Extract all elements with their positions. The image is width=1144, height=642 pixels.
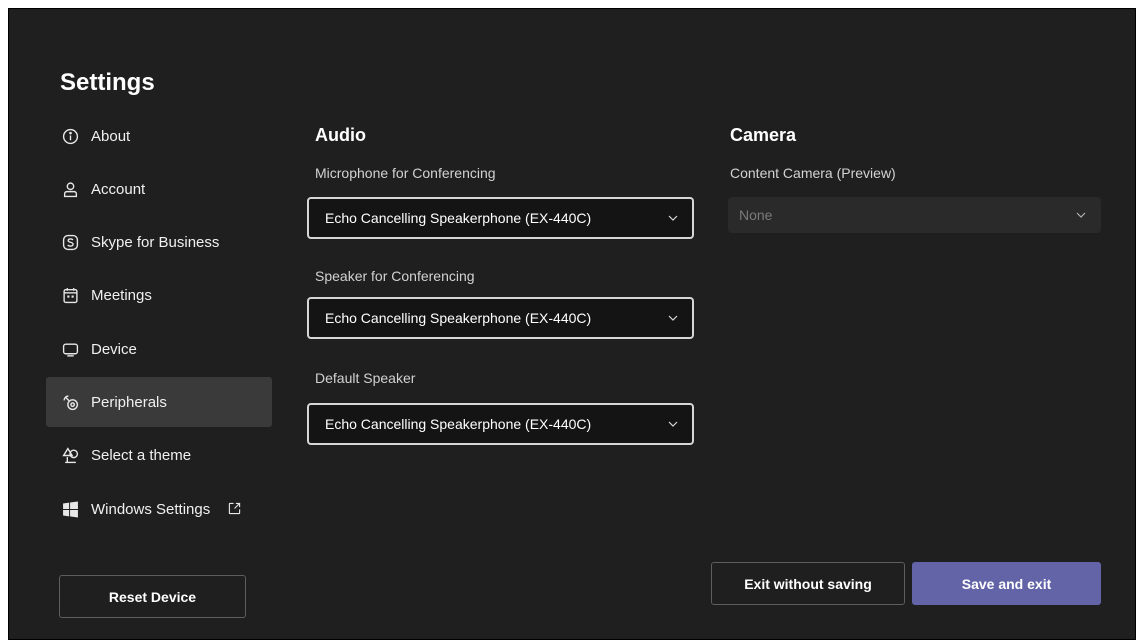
content-camera-select[interactable]: None xyxy=(728,197,1101,233)
microphone-value: Echo Cancelling Speakerphone (EX-440C) xyxy=(325,210,592,226)
device-icon xyxy=(60,339,80,359)
sidebar-item-meetings[interactable]: Meetings xyxy=(46,271,272,321)
chevron-down-icon xyxy=(668,421,678,427)
speaker-label: Speaker for Conferencing xyxy=(315,268,475,284)
exit-without-saving-button[interactable]: Exit without saving xyxy=(711,562,905,605)
person-icon xyxy=(60,179,80,199)
skype-icon xyxy=(60,233,80,253)
content-camera-label: Content Camera (Preview) xyxy=(730,165,896,181)
speaker-select[interactable]: Echo Cancelling Speakerphone (EX-440C) xyxy=(307,297,694,339)
sidebar-item-label: Windows Settings xyxy=(91,500,211,518)
windows-icon xyxy=(60,499,80,519)
sidebar-item-label: Device xyxy=(91,340,137,358)
peripherals-icon xyxy=(60,392,80,412)
sidebar-item-label: Peripherals xyxy=(91,393,167,411)
content-camera-value: None xyxy=(739,207,773,223)
save-and-exit-button[interactable]: Save and exit xyxy=(912,562,1101,605)
sidebar-item-label: Account xyxy=(91,180,146,198)
settings-window: Settings About Account Skype for Busines… xyxy=(8,8,1136,640)
calendar-icon xyxy=(60,286,80,306)
chevron-down-icon xyxy=(668,315,678,321)
default-speaker-select[interactable]: Echo Cancelling Speakerphone (EX-440C) xyxy=(307,403,694,445)
default-speaker-label: Default Speaker xyxy=(315,370,416,386)
chevron-down-icon xyxy=(668,215,678,221)
camera-heading: Camera xyxy=(730,125,797,145)
sidebar-item-select-a-theme[interactable]: Select a theme xyxy=(46,431,272,481)
theme-icon xyxy=(60,446,80,466)
sidebar-item-skype-for-business[interactable]: Skype for Business xyxy=(46,218,272,268)
sidebar-item-label: About xyxy=(91,127,131,145)
page-title: Settings xyxy=(60,69,155,96)
sidebar-item-label: Select a theme xyxy=(91,447,192,465)
sidebar-item-device[interactable]: Device xyxy=(46,324,272,374)
info-icon xyxy=(60,126,80,146)
reset-device-button[interactable]: Reset Device xyxy=(59,575,246,618)
sidebar-item-windows-settings[interactable]: Windows Settings xyxy=(46,484,272,534)
sidebar-item-label: Skype for Business xyxy=(91,234,220,252)
audio-heading: Audio xyxy=(315,125,366,145)
default-speaker-value: Echo Cancelling Speakerphone (EX-440C) xyxy=(325,416,592,432)
settings-sidebar: About Account Skype for Business Meeting… xyxy=(46,111,272,537)
speaker-value: Echo Cancelling Speakerphone (EX-440C) xyxy=(325,310,592,326)
sidebar-item-peripherals[interactable]: Peripherals xyxy=(46,377,272,428)
sidebar-item-account[interactable]: Account xyxy=(46,164,272,214)
chevron-down-icon xyxy=(1076,212,1086,218)
microphone-label: Microphone for Conferencing xyxy=(315,165,496,181)
sidebar-item-about[interactable]: About xyxy=(46,111,272,161)
external-link-icon xyxy=(228,502,242,516)
microphone-select[interactable]: Echo Cancelling Speakerphone (EX-440C) xyxy=(307,197,694,239)
sidebar-item-label: Meetings xyxy=(91,287,152,305)
